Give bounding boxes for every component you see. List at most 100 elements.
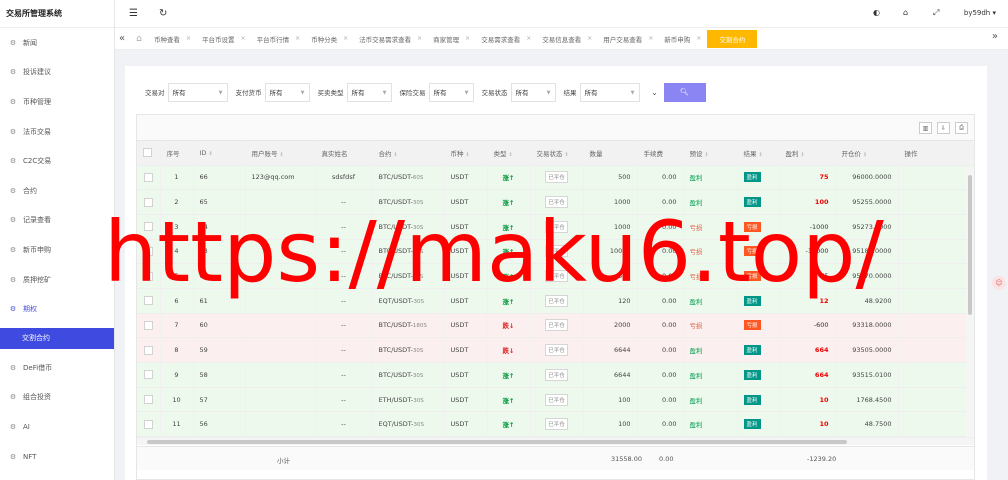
sidebar-item[interactable]: ⚙ 新币申购 [0,235,114,265]
column-header[interactable]: 操作 [898,141,974,166]
sidebar-item-delivery-contract[interactable]: 交割合约 [0,327,114,349]
tabs-next-icon[interactable]: » [992,31,998,42]
filter-select[interactable]: 所有 ▼ [579,82,640,102]
table-row[interactable]: 2 65 -- BTC/USDT-30S USDT 涨↑ 已平仓 1000 0.00 盈利 盈利 10… [137,189,974,215]
table-row[interactable]: 9 58 -- BTC/USDT-30S USDT 涨↑ 已平仓 6644 0.00 盈利 盈利 66… [137,362,974,388]
close-icon[interactable]: × [241,35,246,42]
menu-toggle-icon[interactable]: ☰ [129,8,138,19]
sort-icon[interactable]: ⇕ [759,152,763,158]
user-menu[interactable]: by59dh ▾ [964,9,996,17]
table-row[interactable]: 6 61 -- EQT/USDT-30S USDT 涨↑ 已平仓 120 0.00 盈利 盈利 12 4… [137,288,974,314]
sort-icon[interactable]: ⇕ [863,152,867,158]
column-header[interactable]: 盈利 ⇕ [779,141,836,166]
close-icon[interactable]: × [295,35,300,42]
close-icon[interactable]: × [186,35,191,42]
sidebar-item[interactable]: ⚙ 合约 [0,176,114,206]
tab[interactable]: 币种分类 × [306,30,353,48]
sidebar-item[interactable]: ⚙ DeFi借币 [0,353,114,383]
close-icon[interactable]: × [648,35,653,42]
row-checkbox[interactable] [143,345,153,355]
sort-icon[interactable]: ⇕ [466,152,470,158]
column-header[interactable]: 序号 [160,141,194,166]
close-icon[interactable]: × [417,35,422,42]
column-header[interactable]: 开仓价 ⇕ [835,141,899,166]
floating-helper-icon[interactable]: ☺ [992,276,1006,290]
column-header[interactable]: 用户账号 ⇕ [245,141,316,166]
sidebar-item[interactable]: ⚙ 期权 [0,294,114,324]
column-header[interactable]: 真实姓名 [315,141,373,166]
chevron-down-icon[interactable]: ⌄ [648,83,662,102]
close-icon[interactable]: × [526,35,531,42]
select-all-checkbox[interactable] [137,141,161,166]
sidebar-item[interactable]: ⚙ 记录查看 [0,206,114,236]
sort-icon[interactable]: ⇕ [394,152,398,158]
tab[interactable]: 新币申购 × [659,30,706,48]
sidebar-item[interactable]: ⚙ 币种管理 [0,87,114,117]
close-icon[interactable]: × [587,35,592,42]
theme-icon[interactable]: ◐ [873,8,880,17]
sidebar-item[interactable]: ⚙站内信 [0,471,114,480]
tag-icon[interactable]: ⌂ [903,8,908,17]
vertical-scrollbar[interactable] [966,167,974,437]
table-row[interactable]: 1 66 123@qq.com sdsfdsf BTC/USDT-60S USDT 涨↑ 已平… [137,165,974,191]
table-row[interactable]: 11 56 -- EQT/USDT-30S USDT 涨↑ 已平仓 100 0.00 盈利 盈利 10… [137,411,974,438]
sidebar-item[interactable]: ⚙ NFT [0,442,114,472]
row-checkbox[interactable] [143,395,153,405]
column-header[interactable]: 币种 ⇕ [444,141,488,166]
table-row[interactable]: 5 62 -- BTC/USDT-60S USDT 涨↑ 已平仓 500 0.00 亏损 亏损 -75… [137,263,974,289]
close-icon[interactable]: × [696,35,701,42]
sidebar-item[interactable]: ⚙ 法币交易 [0,117,114,147]
tab[interactable]: 商家管理 × [428,30,475,48]
sort-icon[interactable]: ⇕ [565,152,569,158]
tab[interactable]: 用户交易查看 × [598,30,658,48]
sort-icon[interactable]: ⇕ [280,152,284,158]
tabs-prev-icon[interactable]: « [115,33,129,44]
filter-select[interactable]: 所有 ▼ [428,82,474,102]
tab-active[interactable]: 交割合约 [707,29,758,48]
sort-icon[interactable]: ⇕ [509,152,513,158]
search-button[interactable]: 🔍︎ [663,82,706,102]
fullscreen-icon[interactable]: ⤢ [933,8,939,18]
table-row[interactable]: 10 57 -- ETH/USDT-30S USDT 涨↑ 已平仓 100 0.00 盈利 盈利 10… [137,387,974,413]
column-header[interactable]: 交易状态 ⇕ [530,141,584,166]
tab[interactable]: 交易需求查看 × [476,30,536,48]
tab[interactable]: 法币交易需求查看 × [354,30,427,48]
sidebar-item[interactable]: ⚙ 投诉建议 [0,58,114,88]
table-row[interactable]: 3 64 -- BTC/USDT-30S USDT 涨↑ 已平仓 1000 0.00 亏损 亏损 -1… [137,214,974,240]
column-header[interactable]: 结果 ⇕ [737,141,780,166]
sidebar-item[interactable]: ⚙ 新闻 [0,28,114,58]
row-checkbox[interactable] [143,320,153,330]
column-header[interactable]: 类型 ⇕ [487,141,531,166]
filter-select[interactable]: 所有 ▼ [264,82,310,102]
column-header[interactable]: 数量 [583,141,638,166]
row-checkbox[interactable] [143,222,153,232]
tab[interactable]: 币种查看 × [149,30,196,48]
columns-icon[interactable]: ▥ [919,122,932,134]
sidebar-item[interactable]: ⚙ AI [0,412,114,442]
sort-icon[interactable]: ⇕ [801,152,805,158]
tab[interactable]: 平台币设置 × [197,30,251,48]
home-icon[interactable]: ⌂ [129,34,149,44]
horizontal-scrollbar[interactable] [137,437,974,445]
row-checkbox[interactable] [143,296,153,306]
filter-select[interactable]: 所有 ▼ [346,82,392,102]
sidebar-item[interactable]: ⚙ 组合投资 [0,383,114,413]
row-checkbox[interactable] [143,271,153,281]
close-icon[interactable]: × [465,35,470,42]
sort-icon[interactable]: ⇕ [208,151,212,157]
row-checkbox[interactable] [143,172,153,182]
export-icon[interactable]: ⇩ [937,122,950,134]
print-icon[interactable]: ⎙ [955,122,968,134]
sort-icon[interactable]: ⇕ [705,152,709,158]
refresh-icon[interactable]: ↻ [159,8,167,19]
tab[interactable]: 交易信息查看 × [537,30,597,48]
column-header[interactable]: ID ⇕ [193,141,246,166]
row-checkbox[interactable] [143,370,153,380]
sidebar-item[interactable]: ⚙ 质押挖矿 [0,265,114,295]
table-row[interactable]: 8 59 -- BTC/USDT-30S USDT 跌↓ 已平仓 6644 0.00 盈利 盈利 66… [137,337,974,363]
sidebar-item[interactable]: ⚙ C2C交易 [0,146,114,176]
filter-select[interactable]: 所有 ▼ [167,82,228,102]
column-header[interactable]: 合约 ⇕ [372,141,445,166]
filter-select[interactable]: 所有 ▼ [510,82,556,102]
tab[interactable]: 平台币行情 × [252,30,306,48]
